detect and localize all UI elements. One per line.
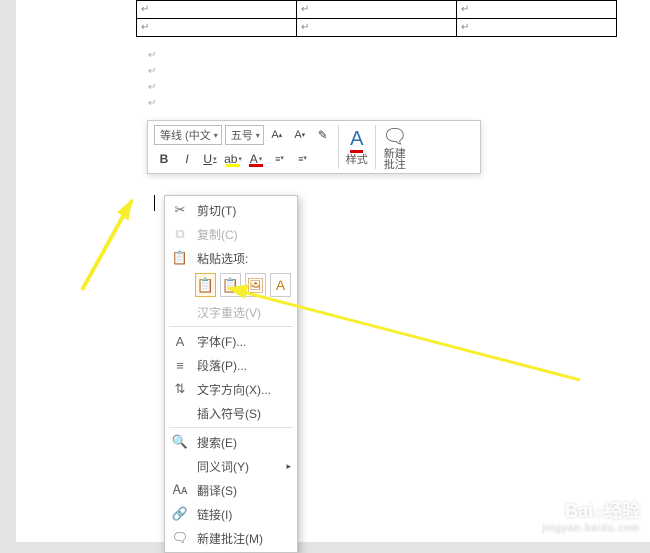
paragraph-mark: ↵ (148, 66, 156, 77)
paragraph-icon: ≡ (171, 358, 189, 373)
link-icon: 🔗 (171, 506, 189, 522)
document-page: ↵↵↵ ↵↵↵ ↵ ↵ ↵ ↵ 等线 (中文▾ 五号▾ A▴ A▾ ✎ B I … (16, 0, 650, 542)
menu-copy: ⧉ 复制(C) (165, 222, 297, 246)
comment-icon: 🗨 (171, 530, 189, 546)
menu-text-direction-label: 文字方向(X)... (197, 381, 271, 398)
hanzi-reselect-label: 汉字重选(V) (197, 304, 261, 321)
comment-icon: 🗨 (382, 123, 407, 149)
paste-text-only-button[interactable]: A (270, 273, 291, 297)
menu-link[interactable]: 🔗 链接(I) (165, 502, 297, 526)
menu-cut[interactable]: ✂ 剪切(T) (165, 198, 297, 222)
menu-separator (169, 427, 293, 428)
paragraph-mark: ↵ (148, 50, 156, 61)
font-size-combo[interactable]: 五号▾ (225, 125, 264, 145)
paragraph-mark: ↵ (148, 82, 156, 93)
menu-font[interactable]: A 字体(F)... (165, 329, 297, 353)
font-family-combo[interactable]: 等线 (中文▾ (154, 125, 222, 145)
translate-icon: 🗛 (171, 482, 189, 498)
document-table: ↵↵↵ ↵↵↵ (136, 0, 617, 37)
menu-text-direction[interactable]: ⇅ 文字方向(X)... (165, 377, 297, 401)
styles-button[interactable]: A 样式 (342, 123, 372, 171)
paste-options-row: 📋 📋 🖼 A (165, 270, 297, 300)
underline-button[interactable]: U▾ (200, 149, 220, 169)
highlight-button[interactable]: ab▾ (223, 149, 243, 169)
format-painter-button[interactable]: ✎ (313, 125, 333, 145)
menu-paragraph-label: 段落(P)... (197, 357, 247, 374)
menu-link-label: 链接(I) (197, 506, 232, 523)
menu-search-label: 搜索(E) (197, 434, 237, 451)
menu-search[interactable]: 🔍 搜索(E) (165, 430, 297, 454)
menu-synonyms[interactable]: 同义词(Y) ▸ (165, 454, 297, 478)
watermark-sub: jingyan.baidu.com (542, 523, 640, 534)
numbering-button[interactable]: ≡▾ (292, 149, 312, 169)
bullets-button[interactable]: ≡▾ (269, 149, 289, 169)
menu-translate-label: 翻译(S) (197, 482, 237, 499)
paste-icon: 📋 (171, 250, 189, 266)
paste-keep-source-button[interactable]: 📋 (195, 273, 216, 297)
text-direction-icon: ⇅ (171, 381, 189, 397)
menu-translate[interactable]: 🗛 翻译(S) (165, 478, 297, 502)
new-comment-button[interactable]: 🗨 新建 批注 (379, 123, 411, 171)
bold-button[interactable]: B (154, 149, 174, 169)
menu-cut-label: 剪切(T) (197, 202, 236, 219)
paragraph-mark: ↵ (148, 98, 156, 109)
watermark-brand: Bai⌂经验 (542, 497, 640, 523)
paste-picture-button[interactable]: 🖼 (245, 273, 266, 297)
font-icon: A (171, 334, 189, 349)
menu-new-comment-label: 新建批注(M) (197, 530, 263, 547)
new-comment-label: 新建 批注 (384, 149, 406, 171)
toolbar-separator (338, 125, 339, 169)
toolbar-separator (375, 125, 376, 169)
watermark: Bai⌂经验 jingyan.baidu.com (542, 497, 640, 534)
menu-insert-symbol[interactable]: 插入符号(S) (165, 401, 297, 425)
font-color-button[interactable]: A▾ (246, 149, 266, 169)
text-cursor (154, 195, 155, 211)
font-family-value: 等线 (中文 (160, 127, 211, 143)
paste-options-label: 粘贴选项: (197, 250, 248, 267)
context-menu: ✂ 剪切(T) ⧉ 复制(C) 📋 粘贴选项: 📋 📋 🖼 A 汉字重选(V) … (164, 195, 298, 553)
search-icon: 🔍 (171, 434, 189, 450)
grow-font-button[interactable]: A▴ (267, 125, 287, 145)
styles-label: 样式 (346, 151, 368, 167)
menu-insert-symbol-label: 插入符号(S) (197, 405, 261, 422)
menu-new-comment[interactable]: 🗨 新建批注(M) (165, 526, 297, 550)
chevron-right-icon: ▸ (286, 461, 291, 472)
menu-font-label: 字体(F)... (197, 333, 246, 350)
menu-copy-label: 复制(C) (197, 226, 238, 243)
cut-icon: ✂ (171, 202, 189, 218)
italic-button[interactable]: I (177, 149, 197, 169)
shrink-font-button[interactable]: A▾ (290, 125, 310, 145)
font-size-value: 五号 (231, 127, 253, 143)
copy-icon: ⧉ (171, 226, 189, 242)
menu-paste-options-header[interactable]: 📋 粘贴选项: (165, 246, 297, 270)
menu-hanzi-reselect: 汉字重选(V) (165, 300, 297, 324)
menu-synonyms-label: 同义词(Y) (197, 458, 249, 475)
menu-separator (169, 326, 293, 327)
mini-toolbar: 等线 (中文▾ 五号▾ A▴ A▾ ✎ B I U▾ ab▾ A▾ ≡▾ ≡▾ … (147, 120, 481, 174)
paste-merge-button[interactable]: 📋 (220, 273, 241, 297)
menu-paragraph[interactable]: ≡ 段落(P)... (165, 353, 297, 377)
